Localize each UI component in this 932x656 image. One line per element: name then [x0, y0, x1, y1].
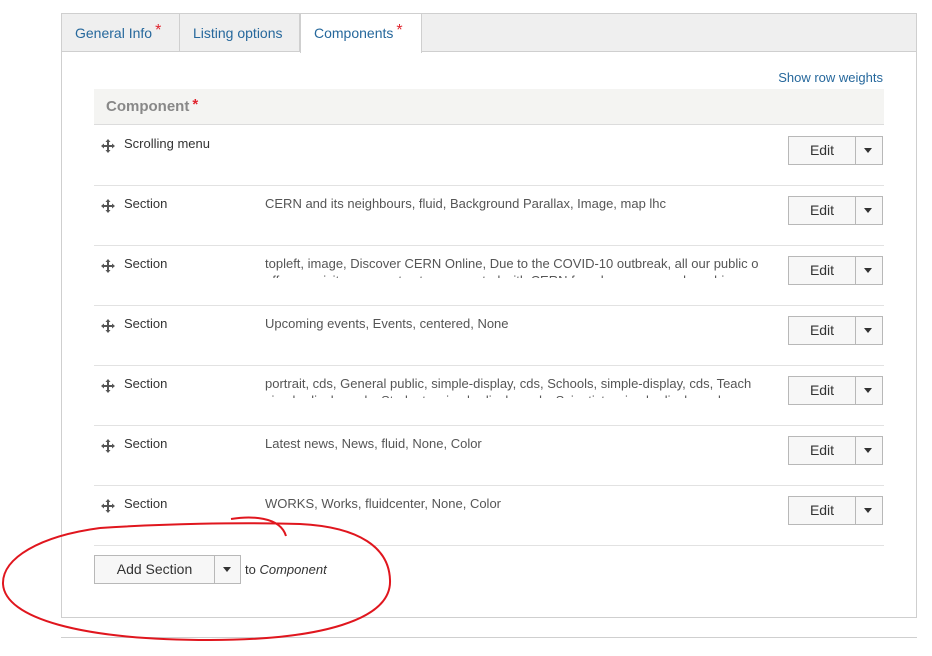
row-summary — [265, 136, 773, 158]
components-panel: General Info * Listing options Components… — [61, 13, 917, 618]
table-row: Section Latest news, News, fluid, None, C… — [94, 426, 884, 486]
add-section-button[interactable]: Add Section — [95, 556, 215, 583]
table-row: Section CERN and its neighbours, fluid, B… — [94, 186, 884, 246]
edit-button[interactable]: Edit — [789, 497, 856, 524]
row-summary: Upcoming events, Events, centered, None — [265, 316, 773, 338]
to-prefix: to — [245, 562, 256, 577]
edit-split-button: Edit — [788, 436, 883, 465]
drag-handle-icon[interactable] — [100, 438, 116, 454]
row-type-label: Scrolling menu — [124, 136, 210, 151]
row-type-label: Section — [124, 196, 168, 211]
drag-handle-icon[interactable] — [100, 378, 116, 394]
edit-dropdown-toggle[interactable] — [856, 317, 882, 344]
row-summary: topleft, image, Discover CERN Online, Du… — [265, 256, 773, 278]
summary-line: portrait, cds, General public, simple-di… — [265, 376, 752, 391]
edit-dropdown-toggle[interactable] — [856, 437, 882, 464]
add-section-target: to Component — [245, 562, 327, 577]
edit-split-button: Edit — [788, 376, 883, 405]
edit-dropdown-toggle[interactable] — [856, 257, 882, 284]
summary-line-2: offer our visitors a way to stay connect… — [265, 273, 773, 278]
table-row: Section WORKS, Works, fluidcenter, None, … — [94, 486, 884, 546]
summary-line: CERN and its neighbours, fluid, Backgrou… — [265, 196, 667, 211]
row-type-label: Section — [124, 316, 168, 331]
chevron-down-icon — [864, 328, 872, 333]
chevron-down-icon — [864, 208, 872, 213]
tab-listing-options[interactable]: Listing options — [180, 14, 300, 52]
edit-dropdown-toggle[interactable] — [856, 497, 882, 524]
table-row: Section Upcoming events, Events, centered… — [94, 306, 884, 366]
table-row: Scrolling menu Edit — [94, 126, 884, 186]
row-type-label: Section — [124, 376, 168, 391]
row-type-label: Section — [124, 436, 168, 451]
edit-button[interactable]: Edit — [789, 137, 856, 164]
edit-split-button: Edit — [788, 496, 883, 525]
chevron-down-icon — [864, 148, 872, 153]
edit-button[interactable]: Edit — [789, 257, 856, 284]
edit-button[interactable]: Edit — [789, 437, 856, 464]
table-row: Section portrait, cds, General public, si… — [94, 366, 884, 426]
edit-dropdown-toggle[interactable] — [856, 377, 882, 404]
edit-dropdown-toggle[interactable] — [856, 197, 882, 224]
add-section-dropdown-toggle[interactable] — [215, 556, 240, 583]
edit-dropdown-toggle[interactable] — [856, 137, 882, 164]
tab-label: Components — [314, 25, 394, 41]
drag-handle-icon[interactable] — [100, 258, 116, 274]
tab-label: General Info — [75, 25, 153, 41]
summary-line: Latest news, News, fluid, None, Color — [265, 436, 482, 451]
summary-line: Upcoming events, Events, centered, None — [265, 316, 509, 331]
drag-handle-icon[interactable] — [100, 498, 116, 514]
required-marker: * — [192, 96, 199, 113]
tab-components[interactable]: Components * — [300, 14, 422, 53]
chevron-down-icon — [864, 388, 872, 393]
row-type-label: Section — [124, 256, 168, 271]
required-marker: * — [155, 22, 162, 39]
edit-button[interactable]: Edit — [789, 317, 856, 344]
chevron-down-icon — [864, 268, 872, 273]
component-table-header: Component * — [94, 89, 884, 125]
row-type-label: Section — [124, 496, 168, 511]
row-summary: Latest news, News, fluid, None, Color — [265, 436, 773, 458]
drag-handle-icon[interactable] — [100, 138, 116, 154]
chevron-down-icon — [864, 508, 872, 513]
chevron-down-icon — [223, 567, 231, 572]
edit-split-button: Edit — [788, 256, 883, 285]
tab-label: Listing options — [193, 25, 283, 41]
required-marker: * — [396, 22, 403, 39]
row-summary: portrait, cds, General public, simple-di… — [265, 376, 773, 398]
add-section-split-button: Add Section — [94, 555, 241, 584]
divider — [61, 637, 917, 638]
tab-bar: General Info * Listing options Components… — [62, 14, 916, 53]
table-row: Section topleft, image, Discover CERN Onl… — [94, 246, 884, 306]
show-row-weights-link[interactable]: Show row weights — [778, 70, 883, 85]
tab-general-info[interactable]: General Info * — [62, 14, 180, 52]
row-summary: CERN and its neighbours, fluid, Backgrou… — [265, 196, 773, 218]
drag-handle-icon[interactable] — [100, 198, 116, 214]
chevron-down-icon — [864, 448, 872, 453]
edit-split-button: Edit — [788, 316, 883, 345]
summary-line: WORKS, Works, fluidcenter, None, Color — [265, 496, 502, 511]
column-header-label: Component — [106, 98, 190, 115]
edit-button[interactable]: Edit — [789, 197, 856, 224]
edit-split-button: Edit — [788, 136, 883, 165]
edit-split-button: Edit — [788, 196, 883, 225]
summary-line-2: simple-display, cds, Students, simple-di… — [265, 393, 773, 398]
drag-handle-icon[interactable] — [100, 318, 116, 334]
row-summary: WORKS, Works, fluidcenter, None, Color — [265, 496, 773, 518]
summary-line: topleft, image, Discover CERN Online, Du… — [265, 256, 759, 271]
to-target: Component — [259, 562, 327, 577]
edit-button[interactable]: Edit — [789, 377, 856, 404]
